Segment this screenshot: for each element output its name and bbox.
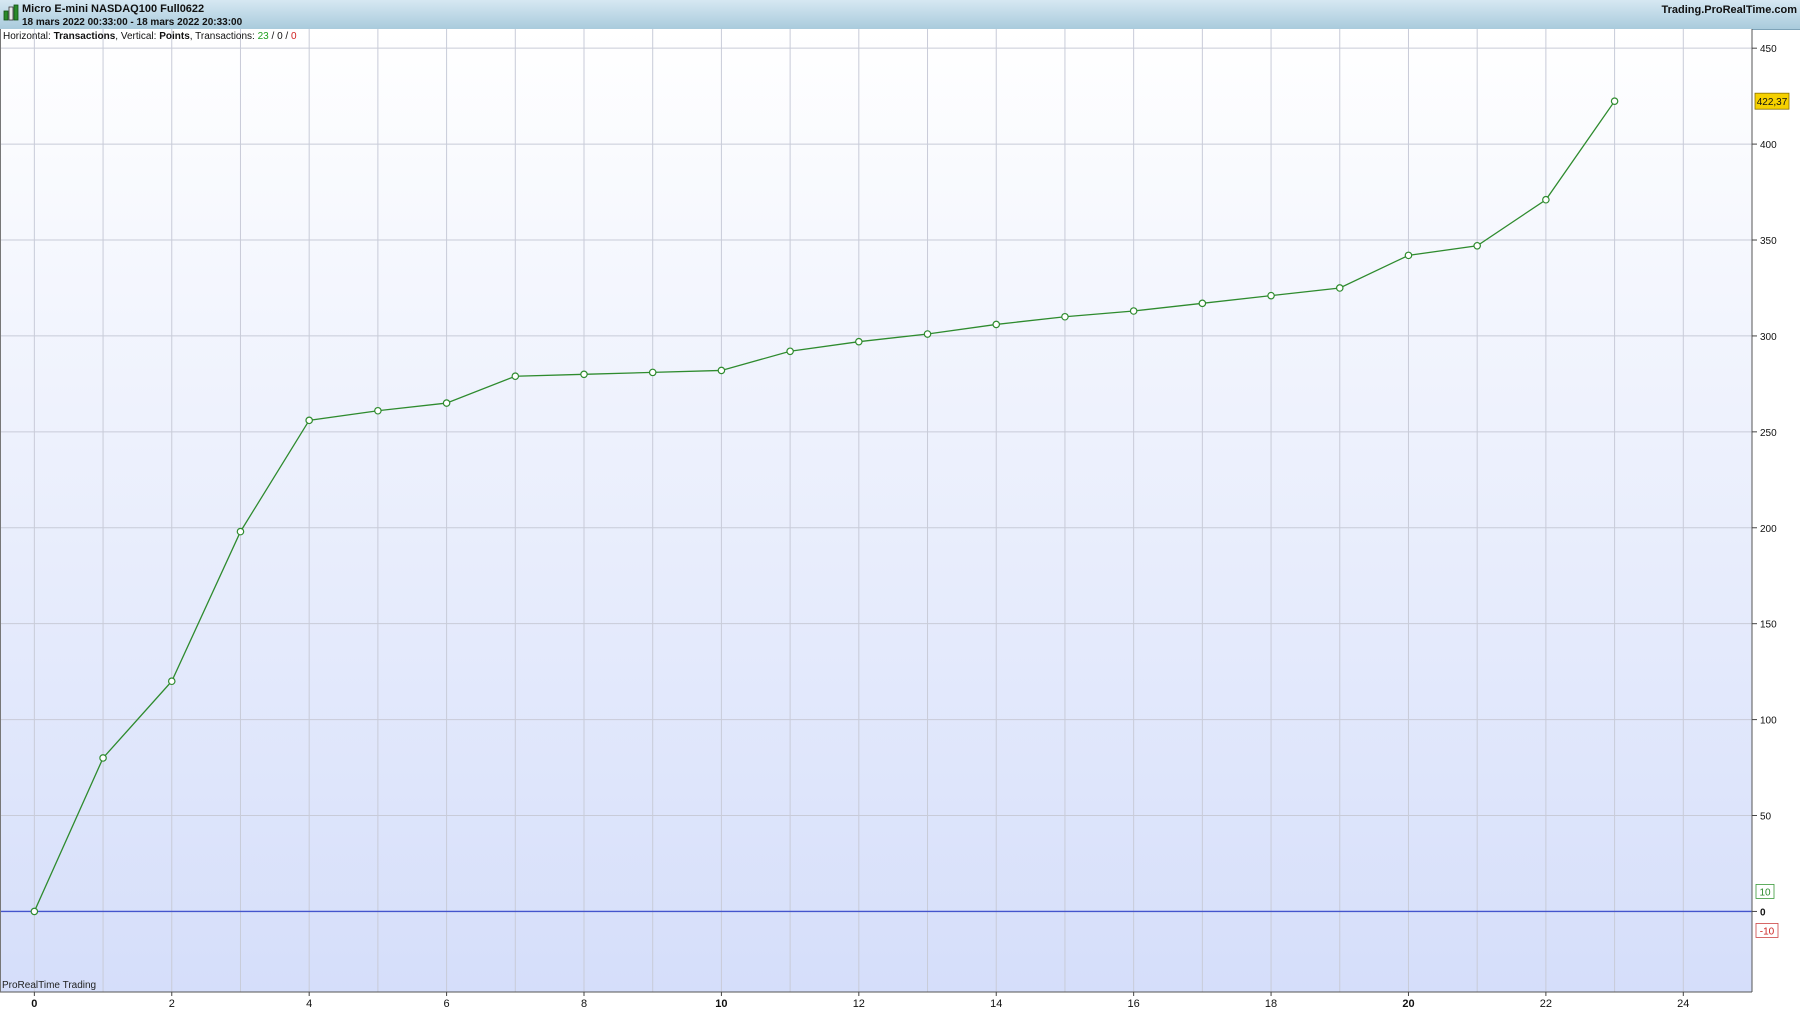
data-point: [511, 372, 520, 381]
data-point: [236, 527, 245, 536]
y-tick-label: 400: [1760, 140, 1777, 151]
last-value-badge: 422,37: [1754, 92, 1790, 110]
y-tick-label: 100: [1760, 716, 1777, 727]
data-point: [855, 337, 863, 346]
data-point: [1335, 284, 1344, 292]
x-tick-label: 24: [1677, 998, 1689, 1010]
vertical-value: Points: [159, 31, 190, 42]
data-point: [580, 370, 588, 379]
data-point: [1542, 195, 1550, 204]
equity-curve-chart[interactable]: 0501001502002503003504004500 2 4 6 8 10 12 14 16…: [0, 29, 1800, 1013]
plot-background: [0, 29, 1752, 992]
title-bar: Micro E-mini NASDAQ100 Full0622 18 mars …: [0, 0, 1800, 30]
y-tick-label: 150: [1760, 620, 1777, 631]
data-point: [1198, 299, 1207, 308]
chart-app-icon: [3, 4, 19, 21]
y-tick-label: 200: [1760, 524, 1777, 535]
x-tick-label: 6: [444, 998, 450, 1010]
transactions-total: 23: [257, 31, 269, 42]
x-tick-label: 2: [169, 998, 175, 1010]
data-point: [923, 330, 932, 338]
data-point: [1610, 97, 1619, 105]
last-value-label: 422,37: [1757, 97, 1788, 108]
transactions-neutral: 0: [277, 31, 283, 42]
data-point: [30, 907, 39, 916]
x-tick-label: 20: [1402, 998, 1414, 1010]
x-tick-label: 22: [1540, 998, 1552, 1010]
date-range: 18 mars 2022 00:33:00 - 18 mars 2022 20:…: [22, 17, 243, 28]
data-point: [374, 406, 382, 415]
transactions-label: Transactions:: [195, 31, 255, 42]
data-point: [1473, 241, 1481, 250]
data-point: [1267, 291, 1275, 300]
chart-info-line: Horizontal: Transactions, Vertical: Poin…: [3, 31, 297, 42]
x-tick-label: 14: [990, 998, 1002, 1010]
transactions-negative: 0: [290, 31, 297, 42]
negative-marker-label: -10: [1760, 926, 1775, 937]
instrument-title: Micro E-mini NASDAQ100 Full0622: [22, 3, 205, 15]
site-name: Trading.ProRealTime.com: [1661, 4, 1797, 16]
data-point: [1129, 307, 1138, 315]
data-point: [99, 754, 107, 762]
watermark: ProRealTime Trading: [2, 980, 97, 991]
data-point: [992, 320, 1001, 329]
vertical-label: Vertical:: [120, 31, 157, 42]
x-tick-label: 10: [715, 998, 727, 1010]
data-point: [1404, 251, 1413, 260]
y-tick-label: 450: [1760, 44, 1777, 55]
horizontal-label: Horizontal:: [3, 31, 51, 42]
data-point: [648, 368, 657, 377]
x-tick-label: 0: [31, 998, 37, 1010]
x-tick-label: 12: [853, 998, 865, 1010]
horizontal-value: Transactions: [53, 31, 116, 42]
data-point: [1061, 312, 1069, 321]
data-point: [717, 366, 726, 375]
positive-marker: 10: [1755, 884, 1775, 899]
x-tick-label: 8: [581, 998, 587, 1010]
y-tick-label: 50: [1760, 812, 1772, 823]
x-tick-label: 4: [306, 998, 312, 1010]
negative-marker: -10: [1755, 923, 1779, 938]
y-tick-label: 0: [1760, 907, 1766, 918]
data-point: [167, 677, 176, 686]
data-point: [786, 347, 794, 356]
y-tick-label: 350: [1760, 236, 1777, 247]
x-tick-label: 18: [1265, 998, 1277, 1010]
positive-marker-label: 10: [1759, 887, 1771, 898]
data-point: [305, 416, 313, 425]
x-tick-label: 16: [1128, 998, 1140, 1010]
data-point: [442, 399, 451, 407]
y-tick-label: 250: [1760, 428, 1777, 439]
y-tick-label: 300: [1760, 332, 1777, 343]
